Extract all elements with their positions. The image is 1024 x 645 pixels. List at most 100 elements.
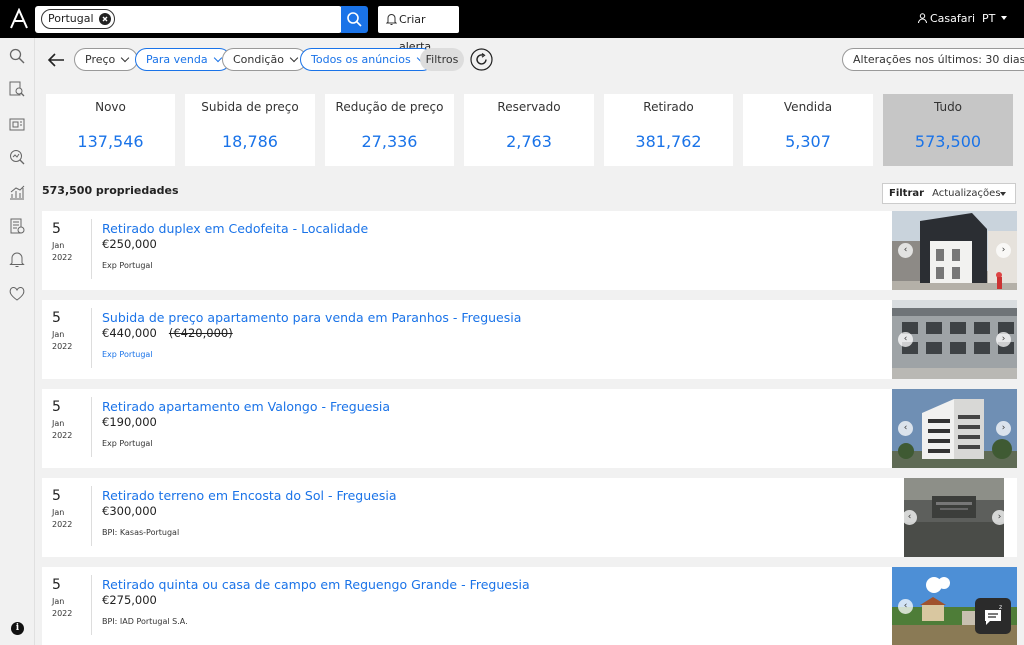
language-selector[interactable]: PT xyxy=(982,12,1008,25)
carousel-next-icon[interactable]: › xyxy=(992,510,1007,525)
stat-value: 137,546 xyxy=(77,132,144,151)
listing-price: €300,000 xyxy=(102,504,157,518)
stat-value: 27,336 xyxy=(361,132,418,151)
chat-support-button[interactable]: z xyxy=(975,598,1011,634)
results-count: 573,500 propriedades xyxy=(42,184,179,197)
search-button[interactable] xyxy=(341,6,368,33)
stat-card-new[interactable]: Novo 137,546 xyxy=(46,94,175,166)
alerts-bell-icon[interactable] xyxy=(8,250,26,268)
valuation-icon[interactable] xyxy=(8,217,26,235)
filter-condition-dropdown[interactable]: Condição xyxy=(222,48,307,71)
chevron-down-icon xyxy=(213,53,222,63)
filter-for-sale-label: Para venda xyxy=(146,53,208,66)
stat-card-all[interactable]: Tudo 573,500 xyxy=(883,94,1013,166)
stat-value: 18,786 xyxy=(222,132,278,151)
listing-photo-carousel[interactable]: ‹ › xyxy=(892,389,1017,468)
favorites-heart-icon[interactable] xyxy=(8,284,26,302)
listing-photo-carousel[interactable]: ‹ › xyxy=(892,211,1017,290)
listing-agency: Exp Portugal xyxy=(102,439,153,448)
listing-year: 2022 xyxy=(52,609,73,618)
info-icon[interactable]: i xyxy=(11,622,24,635)
user-menu[interactable]: Casafari xyxy=(918,12,975,25)
listings-icon[interactable] xyxy=(8,115,26,133)
listing-title-link[interactable]: Retirado apartamento em Valongo - Fregue… xyxy=(102,399,390,414)
listing-price: €190,000 xyxy=(102,415,157,429)
listing-day: 5 xyxy=(52,221,61,237)
listing-row[interactable]: 5 Jan 2022 Subida de preço apartamento par… xyxy=(42,300,1017,379)
listing-old-price: (€420,000) xyxy=(168,326,233,340)
listing-day: 5 xyxy=(52,577,61,593)
divider xyxy=(91,397,92,457)
listing-row[interactable]: 5 Jan 2022 Retirado quinta ou casa de camp… xyxy=(42,567,1017,645)
listing-title-link[interactable]: Subida de preço apartamento para venda e… xyxy=(102,310,521,325)
divider xyxy=(91,308,92,368)
filter-price-label: Preço xyxy=(85,53,116,66)
back-arrow-icon[interactable] xyxy=(46,50,66,70)
carousel-prev-icon[interactable]: ‹ xyxy=(898,421,913,436)
carousel-prev-icon[interactable]: ‹ xyxy=(898,599,913,614)
language-label: PT xyxy=(982,12,996,25)
remove-chip-icon[interactable] xyxy=(98,13,111,25)
stat-card-reserved[interactable]: Reservado 2,763 xyxy=(464,94,594,166)
stat-value: 5,307 xyxy=(785,132,831,151)
stat-card-withdrawn[interactable]: Retirado 381,762 xyxy=(604,94,733,166)
listing-row[interactable]: 5 Jan 2022 Retirado apartamento em Valongo… xyxy=(42,389,1017,468)
listing-photo-carousel[interactable]: ‹ › xyxy=(892,478,1017,557)
listing-year: 2022 xyxy=(52,253,73,262)
svg-text:z: z xyxy=(999,604,1002,611)
listing-price: €250,000 xyxy=(102,237,157,251)
search-icon[interactable] xyxy=(8,47,26,65)
listing-agency-link[interactable]: Exp Portugal xyxy=(102,350,153,359)
listing-date: 5 Jan 2022 xyxy=(42,389,91,468)
carousel-next-icon[interactable]: › xyxy=(996,421,1011,436)
sidebar: i xyxy=(0,38,35,645)
listing-price: €440,000 (€420,000) xyxy=(102,326,233,340)
stat-value: 381,762 xyxy=(635,132,702,151)
stat-card-price-increase[interactable]: Subida de preço 18,786 xyxy=(185,94,315,166)
listing-title-link[interactable]: Retirado duplex em Cedofeita - Localidad… xyxy=(102,221,368,236)
stat-label: Retirado xyxy=(643,100,694,114)
listing-year: 2022 xyxy=(52,342,73,351)
sort-label: Filtrar xyxy=(889,188,925,199)
carousel-prev-icon[interactable]: ‹ xyxy=(898,332,913,347)
filter-condition-label: Condição xyxy=(233,53,284,66)
listing-row[interactable]: 5 Jan 2022 Retirado duplex em Cedofeita - … xyxy=(42,211,1017,290)
changes-period-dropdown[interactable]: Alterações nos últimos: 30 dias xyxy=(842,48,1024,71)
listing-title-link[interactable]: Retirado quinta ou casa de campo em Regu… xyxy=(102,577,530,592)
property-search-icon[interactable] xyxy=(8,80,26,98)
carousel-prev-icon[interactable]: ‹ xyxy=(902,510,917,525)
filter-price-dropdown[interactable]: Preço xyxy=(74,48,139,71)
listing-title-link[interactable]: Retirado terreno em Encosta do Sol - Fre… xyxy=(102,488,396,503)
casafari-logo-icon[interactable] xyxy=(8,8,30,30)
carousel-next-icon[interactable]: › xyxy=(996,332,1011,347)
carousel-next-icon[interactable]: › xyxy=(996,243,1011,258)
filter-all-listings-dropdown[interactable]: Todos os anúncios xyxy=(300,48,434,71)
listing-year: 2022 xyxy=(52,520,73,529)
stat-label: Vendida xyxy=(783,100,833,114)
stat-label: Reservado xyxy=(497,100,561,114)
chevron-down-icon xyxy=(289,53,299,63)
create-alert-button[interactable]: Criar alerta xyxy=(378,6,459,53)
sort-value: Actualizações xyxy=(932,188,1001,199)
stat-card-price-reduction[interactable]: Redução de preço 27,336 xyxy=(325,94,454,166)
carousel-prev-icon[interactable]: ‹ xyxy=(898,243,913,258)
listing-current-price: €300,000 xyxy=(102,504,157,518)
market-analysis-icon[interactable] xyxy=(8,148,26,166)
stat-card-sold[interactable]: Vendida 5,307 xyxy=(743,94,873,166)
search-input[interactable]: Portugal xyxy=(35,6,342,33)
divider xyxy=(91,575,92,635)
listing-photo-carousel[interactable]: ‹ › xyxy=(892,300,1017,379)
sort-dropdown[interactable]: Filtrar Actualizações xyxy=(882,183,1016,204)
stat-label: Tudo xyxy=(933,100,963,114)
filter-for-sale-dropdown[interactable]: Para venda xyxy=(135,48,231,71)
stat-label: Subida de preço xyxy=(201,100,299,114)
more-filters-button[interactable]: Filtros xyxy=(420,48,464,71)
listing-month: Jan xyxy=(52,508,65,517)
statistics-icon[interactable] xyxy=(8,183,26,201)
location-chip[interactable]: Portugal xyxy=(41,9,115,29)
listing-price: €275,000 xyxy=(102,593,157,607)
listing-agency: BPI: Kasas-Portugal xyxy=(102,528,180,537)
reset-filters-icon[interactable] xyxy=(470,48,493,71)
top-bar: Portugal Criar alerta Casafari PT xyxy=(0,0,1024,53)
listing-row[interactable]: 5 Jan 2022 Retirado terreno em Encosta do … xyxy=(42,478,1017,557)
